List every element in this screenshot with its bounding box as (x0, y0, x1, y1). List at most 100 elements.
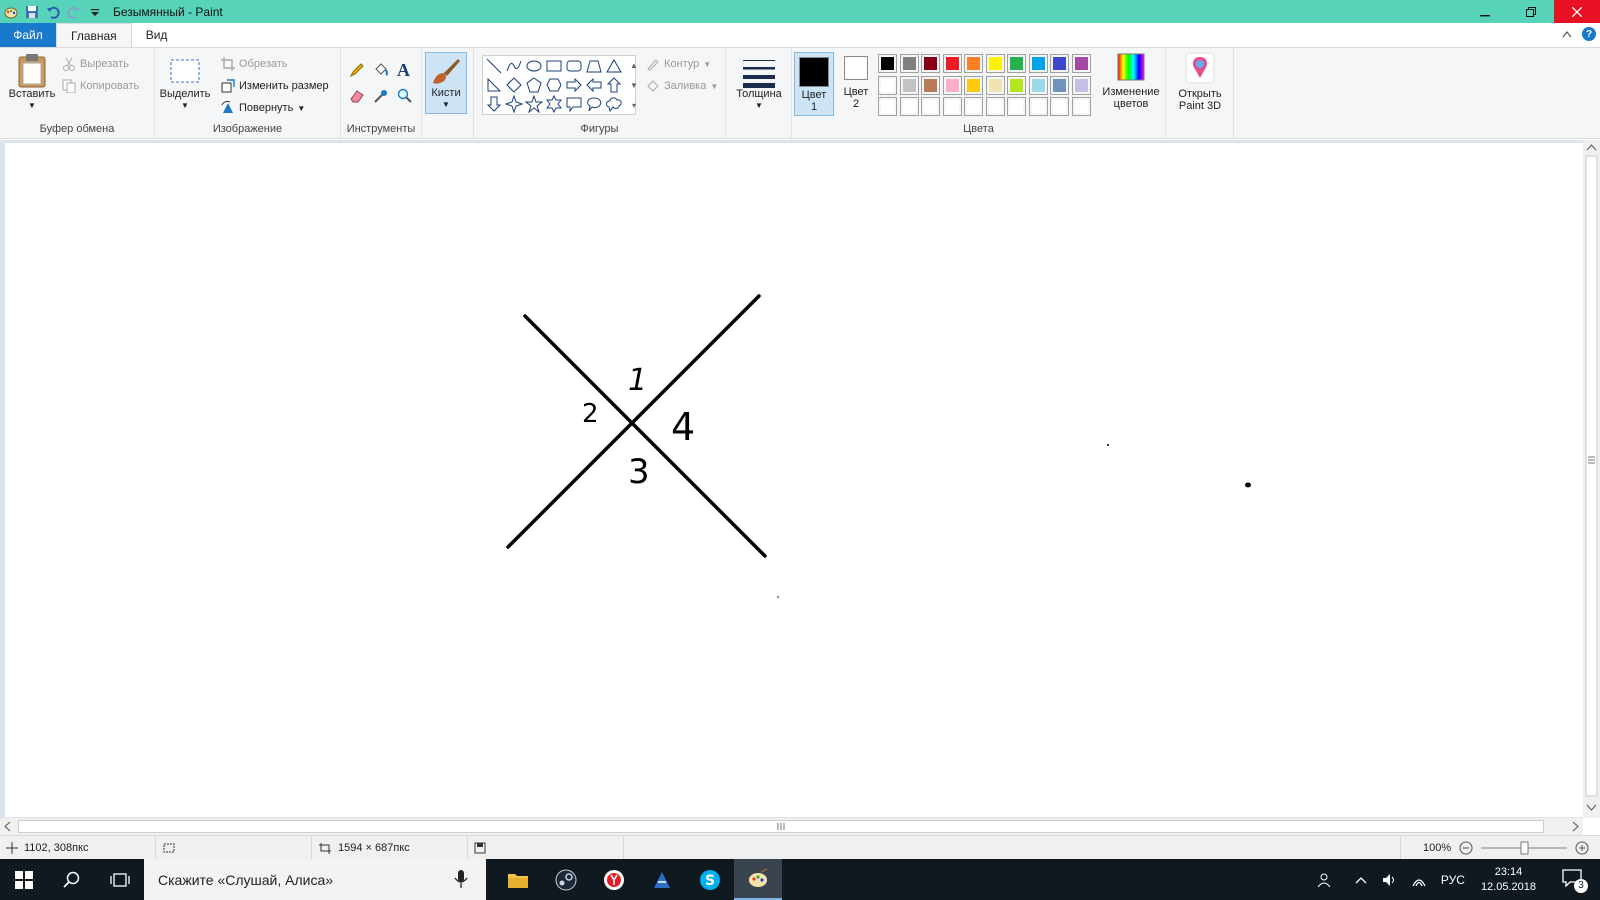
palette-color[interactable] (1071, 75, 1091, 95)
shapes-scroll[interactable]: ▲ ▼ ▾ (628, 55, 640, 115)
shape-star-five-icon[interactable] (525, 95, 543, 113)
palette-color[interactable] (1007, 97, 1026, 116)
fill-button[interactable]: Заливка ▼ (646, 76, 718, 96)
palette-color[interactable] (921, 54, 940, 73)
rotate-button[interactable]: Повернуть ▼ (221, 98, 305, 118)
shape-arrow-left-icon[interactable] (585, 76, 603, 94)
language-indicator[interactable]: РУС (1441, 873, 1465, 887)
shape-callout-cloud-icon[interactable] (605, 95, 623, 113)
shape-oval-icon[interactable] (525, 57, 543, 75)
zoom-in-icon[interactable] (1575, 841, 1589, 855)
drawing-canvas[interactable]: 1 2 3 4 (5, 143, 1583, 817)
palette-color[interactable] (921, 97, 940, 116)
zoom-slider[interactable] (1481, 841, 1568, 855)
cut-button[interactable]: Вырезать (62, 54, 129, 74)
open-paint3d-button[interactable]: Открыть Paint 3D (1172, 52, 1228, 112)
palette-color[interactable] (1071, 54, 1091, 73)
color2-button[interactable]: Цвет 2 (836, 56, 876, 110)
tab-view[interactable]: Вид (132, 23, 182, 47)
people-icon[interactable] (1317, 872, 1333, 888)
palette-color[interactable] (899, 75, 919, 95)
shape-arrow-right-icon[interactable] (565, 76, 583, 94)
taskbar-paint[interactable] (734, 859, 782, 900)
help-icon[interactable]: ? (1582, 27, 1596, 41)
palette-color[interactable] (921, 75, 940, 95)
taskbar-skype[interactable]: S (686, 859, 734, 900)
taskbar-file-explorer[interactable] (494, 859, 542, 900)
palette-color[interactable] (985, 75, 1005, 95)
shape-callout-oval-icon[interactable] (585, 95, 603, 113)
copy-button[interactable]: Копировать (62, 76, 139, 96)
edit-colors-button[interactable]: Изменение цветов (1098, 52, 1164, 110)
close-button[interactable] (1554, 0, 1600, 23)
eraser-tool[interactable] (349, 86, 365, 106)
palette-color[interactable] (942, 54, 962, 73)
palette-color[interactable] (899, 97, 919, 116)
vertical-scrollbar[interactable] (1583, 140, 1600, 818)
palette-color[interactable] (964, 54, 983, 73)
resize-button[interactable]: Изменить размер (221, 76, 329, 96)
customize-qat-icon[interactable] (86, 3, 104, 21)
color1-button[interactable]: Цвет 1 (794, 52, 834, 116)
hscroll-thumb[interactable] (18, 820, 1544, 833)
palette-color[interactable] (985, 54, 1005, 73)
pencil-tool[interactable] (349, 60, 365, 80)
shape-arrow-down-icon[interactable] (485, 95, 503, 113)
shape-polygon-icon[interactable] (585, 57, 603, 75)
crop-button[interactable]: Обрезать (221, 54, 288, 74)
color-picker-tool[interactable] (373, 86, 389, 106)
palette-color[interactable] (1028, 97, 1048, 116)
minimize-button[interactable] (1462, 0, 1508, 23)
size-button[interactable]: Толщина ▼ (732, 52, 786, 112)
outline-button[interactable]: Контур ▼ (646, 54, 711, 74)
palette-color[interactable] (1007, 75, 1026, 95)
clock[interactable]: 23:14 12.05.2018 (1481, 865, 1536, 895)
action-center-button[interactable]: 3 (1562, 868, 1588, 893)
text-tool[interactable]: A (397, 60, 410, 80)
palette-color[interactable] (942, 97, 962, 116)
palette-color[interactable] (1028, 54, 1048, 73)
shape-triangle-icon[interactable] (605, 57, 623, 75)
taskbar-app[interactable] (638, 859, 686, 900)
palette-color[interactable] (964, 75, 983, 95)
fill-tool[interactable] (373, 60, 389, 80)
network-icon[interactable] (1411, 872, 1427, 888)
search-button[interactable] (48, 859, 96, 900)
palette-color[interactable] (878, 54, 897, 73)
palette-color[interactable] (964, 97, 983, 116)
shape-callout-rect-icon[interactable] (565, 95, 583, 113)
paint-app-icon[interactable] (2, 3, 20, 21)
tab-home[interactable]: Главная (56, 23, 132, 47)
shape-hexagon-icon[interactable] (545, 76, 563, 94)
palette-color[interactable] (1071, 97, 1091, 116)
palette-color[interactable] (985, 97, 1005, 116)
palette-color[interactable] (878, 75, 897, 95)
show-hidden-icons[interactable] (1355, 875, 1367, 885)
collapse-ribbon-icon[interactable] (1562, 30, 1572, 38)
brushes-button[interactable]: Кисти ▼ (425, 52, 467, 114)
shape-line-icon[interactable] (485, 57, 503, 75)
microphone-icon[interactable] (454, 869, 468, 889)
magnifier-tool[interactable] (397, 86, 413, 106)
undo-icon[interactable] (44, 3, 62, 21)
shape-diamond-icon[interactable] (505, 76, 523, 94)
palette-color[interactable] (942, 75, 962, 95)
redo-icon[interactable] (65, 3, 83, 21)
shape-curve-icon[interactable] (505, 57, 523, 75)
palette-color[interactable] (1028, 75, 1048, 95)
zoom-out-icon[interactable] (1459, 841, 1473, 855)
paste-button[interactable]: Вставить ▼ (6, 52, 58, 112)
taskbar-steam[interactable] (542, 859, 590, 900)
palette-color[interactable] (1050, 97, 1069, 116)
palette-color[interactable] (1050, 54, 1069, 73)
shape-rounded-rectangle-icon[interactable] (565, 57, 583, 75)
taskbar-yandex-browser[interactable] (590, 859, 638, 900)
select-button[interactable]: Выделить ▼ (159, 52, 211, 112)
search-box[interactable]: Скажите «Слушай, Алиса» (144, 859, 486, 900)
palette-color[interactable] (1050, 75, 1069, 95)
task-view-button[interactable] (96, 859, 144, 900)
palette-color[interactable] (899, 54, 919, 73)
volume-icon[interactable] (1381, 872, 1397, 888)
restore-button[interactable] (1508, 0, 1554, 23)
shape-arrow-up-icon[interactable] (605, 76, 623, 94)
